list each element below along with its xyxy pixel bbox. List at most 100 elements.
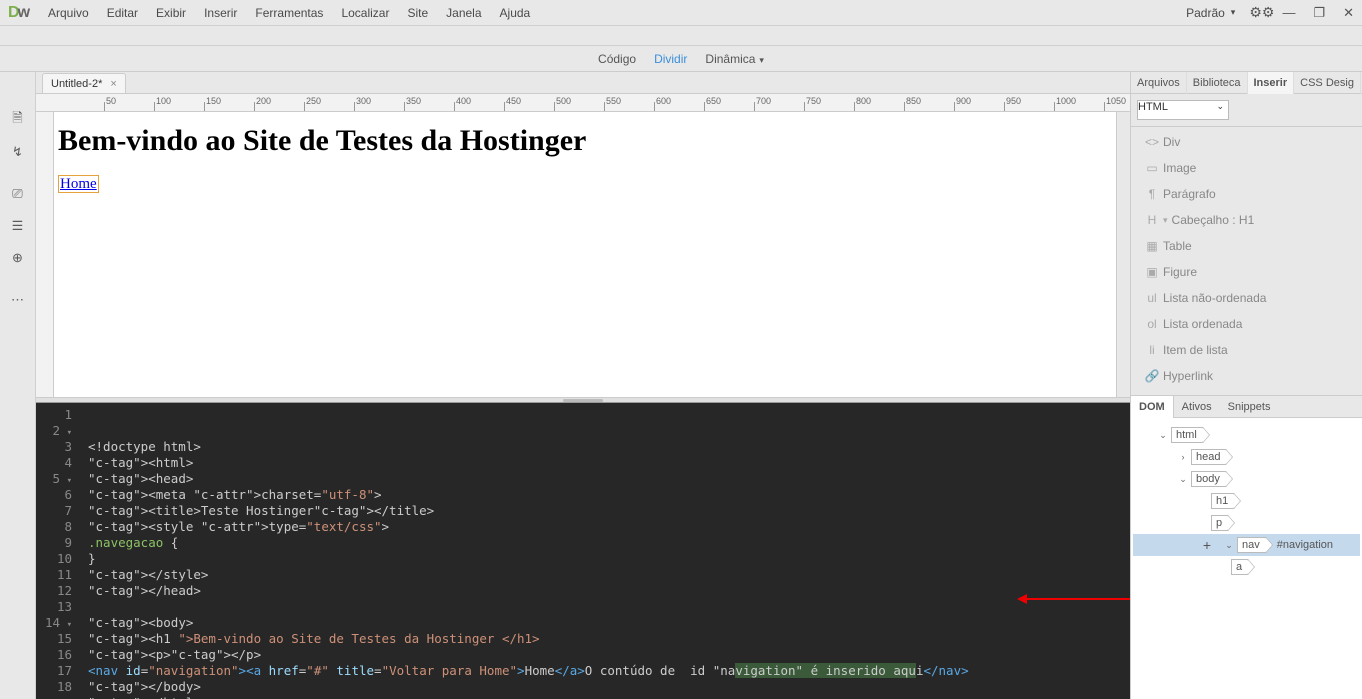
design-view[interactable]: Bem-vindo ao Site de Testes da Hostinger… bbox=[54, 112, 1116, 397]
dom-node[interactable]: ⌄body bbox=[1133, 468, 1360, 490]
dom-node[interactable]: +⌄nav#navigation bbox=[1133, 534, 1360, 556]
panel-tab-dom[interactable]: DOM bbox=[1131, 396, 1174, 418]
code-line[interactable]: <nav id="navigation"><a href="#" title="… bbox=[88, 663, 1130, 679]
panel-tabs-top: Arquivos Biblioteca Inserir CSS Desig bbox=[1131, 72, 1362, 94]
tool-wand-icon[interactable]: ↯ bbox=[5, 139, 31, 165]
code-line[interactable]: "c-tag"><title>Teste Hostinger"c-tag"></… bbox=[88, 503, 1130, 519]
panel-tab-biblioteca[interactable]: Biblioteca bbox=[1187, 72, 1248, 94]
dom-node[interactable]: ⌄html bbox=[1133, 424, 1360, 446]
code-line[interactable]: "c-tag"></body> bbox=[88, 679, 1130, 695]
insert-item-label: Parágrafo bbox=[1163, 187, 1216, 201]
dom-node[interactable]: p bbox=[1133, 512, 1360, 534]
view-codigo[interactable]: Código bbox=[598, 52, 636, 66]
insert-item-icon: ▣ bbox=[1141, 265, 1163, 279]
preview-heading: Bem-vindo ao Site de Testes da Hostinger bbox=[58, 124, 1112, 158]
window-restore-icon[interactable]: ❐ bbox=[1313, 5, 1325, 21]
menu-inserir[interactable]: Inserir bbox=[204, 6, 237, 20]
menu-janela[interactable]: Janela bbox=[446, 6, 481, 20]
document-tab[interactable]: Untitled-2* × bbox=[42, 73, 126, 93]
code-line[interactable]: "c-tag"><meta "c-attr">charset="utf-8"> bbox=[88, 487, 1130, 503]
insert-item-label: Image bbox=[1163, 161, 1196, 175]
code-line[interactable]: "c-tag"><html> bbox=[88, 455, 1130, 471]
dom-node[interactable]: ›head bbox=[1133, 446, 1360, 468]
panel-tab-snippets[interactable]: Snippets bbox=[1220, 396, 1279, 418]
sync-settings-icon[interactable]: ⚙⚙ bbox=[1249, 4, 1274, 21]
menu-arquivo[interactable]: Arquivo bbox=[48, 6, 89, 20]
code-line[interactable]: "c-tag"><body> bbox=[88, 615, 1130, 631]
insert-item[interactable]: ulLista não-ordenada bbox=[1131, 285, 1362, 311]
insert-item-label: Lista ordenada bbox=[1163, 317, 1242, 331]
code-line[interactable]: "c-tag"><p>"c-tag"></p> bbox=[88, 647, 1130, 663]
insert-item-icon: ul bbox=[1141, 291, 1163, 305]
code-line[interactable]: "c-tag"><style "c-attr">type="text/css"> bbox=[88, 519, 1130, 535]
code-line[interactable]: "c-tag"></style> bbox=[88, 567, 1130, 583]
insert-item[interactable]: <>Div bbox=[1131, 129, 1362, 155]
code-view[interactable]: 12▾345▾67891011121314▾15161718 <!doctype… bbox=[36, 403, 1130, 699]
insert-item-label: Div bbox=[1163, 135, 1180, 149]
code-line[interactable]: .navegacao { bbox=[88, 535, 1130, 551]
insert-category-select[interactable]: HTML⌄ bbox=[1137, 100, 1229, 120]
insert-item[interactable]: H▾Cabeçalho : H1 bbox=[1131, 207, 1362, 233]
horizontal-ruler: 5010015020025030035040045050055060065070… bbox=[36, 94, 1130, 112]
insert-item-icon: ▦ bbox=[1141, 239, 1163, 253]
tool-target-icon[interactable]: ⊕ bbox=[5, 245, 31, 271]
panel-tab-inserir[interactable]: Inserir bbox=[1248, 72, 1295, 94]
menu-localizar[interactable]: Localizar bbox=[341, 6, 389, 20]
code-gutter: 12▾345▾67891011121314▾15161718 bbox=[36, 403, 82, 699]
vertical-ruler bbox=[36, 112, 54, 397]
menu-exibir[interactable]: Exibir bbox=[156, 6, 186, 20]
insert-item-icon: ol bbox=[1141, 317, 1163, 331]
code-line[interactable]: "c-tag"><head> bbox=[88, 471, 1130, 487]
document-tabs: Untitled-2* × bbox=[36, 72, 1130, 94]
insert-list: <>Div▭Image¶ParágrafoH▾Cabeçalho : H1▦Ta… bbox=[1131, 127, 1362, 396]
insert-item[interactable]: 🔗Hyperlink bbox=[1131, 363, 1362, 389]
insert-item[interactable]: ¶Parágrafo bbox=[1131, 181, 1362, 207]
panel-tab-ativos[interactable]: Ativos bbox=[1174, 396, 1220, 418]
tool-inspect-icon[interactable]: ⎚ bbox=[5, 181, 31, 207]
code-line[interactable]: "c-tag"><h1 ">Bem-vindo ao Site de Teste… bbox=[88, 631, 1130, 647]
window-minimize-icon[interactable]: — bbox=[1282, 5, 1295, 20]
design-scrollbar[interactable] bbox=[1116, 112, 1130, 397]
tool-list-icon[interactable]: ☰ bbox=[5, 213, 31, 239]
insert-item-label: Item de lista bbox=[1163, 343, 1228, 357]
insert-item-icon: <> bbox=[1141, 135, 1163, 149]
workspace-dropdown[interactable]: Padrão▾ bbox=[1186, 6, 1235, 20]
dom-node[interactable]: a bbox=[1133, 556, 1360, 578]
code-content[interactable]: <!doctype html>"c-tag"><html>"c-tag"><he… bbox=[82, 403, 1130, 699]
annotation-arrow bbox=[1022, 598, 1130, 600]
view-dinamica[interactable]: Dinâmica▾ bbox=[705, 52, 764, 66]
insert-item[interactable]: ▣Figure bbox=[1131, 259, 1362, 285]
document-tab-title: Untitled-2* bbox=[51, 78, 102, 90]
preview-link-home[interactable]: Home bbox=[58, 175, 99, 193]
menu-bar: Dw Arquivo Editar Exibir Inserir Ferrame… bbox=[0, 0, 1362, 26]
insert-item-icon: 🔗 bbox=[1141, 369, 1163, 383]
insert-item[interactable]: ▦Table bbox=[1131, 233, 1362, 259]
menu-site[interactable]: Site bbox=[407, 6, 428, 20]
dom-node[interactable]: h1 bbox=[1133, 490, 1360, 512]
insert-item[interactable]: ▭Image bbox=[1131, 155, 1362, 181]
code-line[interactable]: "c-tag"></head> bbox=[88, 583, 1130, 599]
panel-tab-arquivos[interactable]: Arquivos bbox=[1131, 72, 1187, 94]
code-line[interactable]: "c-tag"></html> bbox=[88, 695, 1130, 699]
panel-tab-css[interactable]: CSS Desig bbox=[1294, 72, 1361, 94]
tool-more-icon[interactable]: ⋯ bbox=[5, 287, 31, 313]
view-dividir[interactable]: Dividir bbox=[654, 52, 687, 66]
dom-add-icon[interactable]: + bbox=[1197, 535, 1217, 555]
code-line[interactable]: <!doctype html> bbox=[88, 439, 1130, 455]
menu-editar[interactable]: Editar bbox=[107, 6, 138, 20]
insert-item-icon: ¶ bbox=[1141, 187, 1163, 201]
panel-tabs-bottom: DOM Ativos Snippets bbox=[1131, 396, 1362, 418]
window-close-icon[interactable]: ✕ bbox=[1343, 5, 1354, 21]
menu-ajuda[interactable]: Ajuda bbox=[500, 6, 531, 20]
code-line[interactable]: } bbox=[88, 551, 1130, 567]
dom-tree[interactable]: ⌄html›head⌄bodyh1p+⌄nav#navigationa bbox=[1131, 418, 1362, 699]
insert-item-icon: li bbox=[1141, 343, 1163, 357]
insert-item-label: Figure bbox=[1163, 265, 1197, 279]
insert-item[interactable]: olLista ordenada bbox=[1131, 311, 1362, 337]
code-line[interactable] bbox=[88, 599, 1130, 615]
insert-item[interactable]: liItem de lista bbox=[1131, 337, 1362, 363]
menu-ferramentas[interactable]: Ferramentas bbox=[255, 6, 323, 20]
close-tab-icon[interactable]: × bbox=[110, 78, 116, 90]
app-logo: Dw bbox=[8, 4, 32, 22]
tool-file-icon[interactable]: 🗎 bbox=[5, 107, 31, 133]
